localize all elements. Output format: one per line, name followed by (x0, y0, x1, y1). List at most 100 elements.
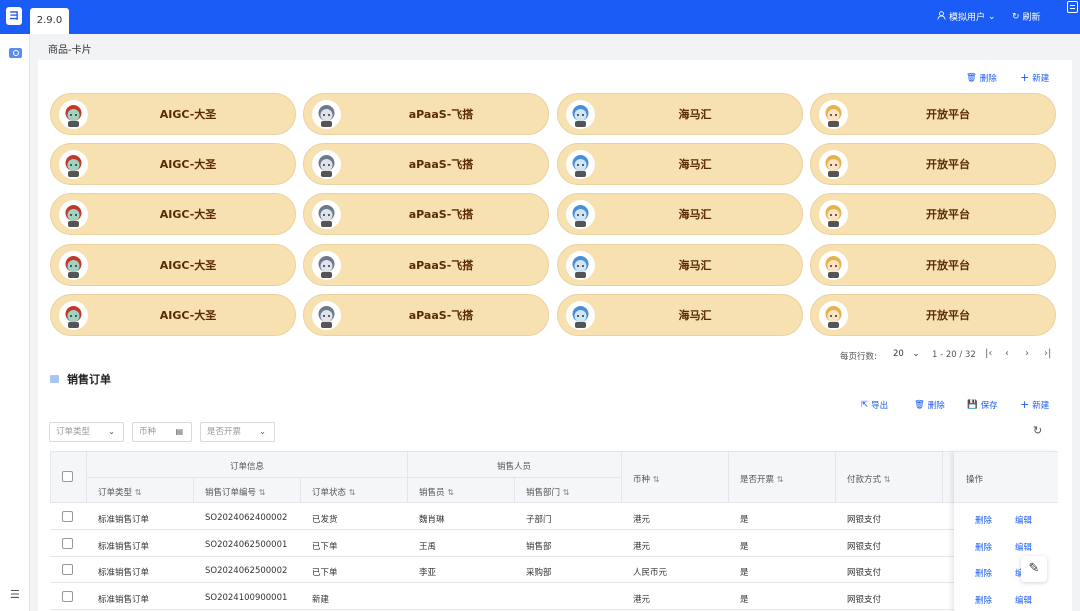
card-label: 海马汇 (678, 309, 712, 322)
product-card[interactable]: 海马汇 (557, 143, 803, 185)
table-cell-no: SO2024100900001 (205, 592, 288, 603)
version-tab[interactable]: 2.9.0 (30, 8, 69, 34)
product-card[interactable]: 开放平台 (810, 193, 1056, 235)
table-cell-currency: 港元 (633, 541, 651, 552)
row-delete-link[interactable]: 删除 (975, 567, 992, 579)
product-card[interactable]: 海马汇 (557, 244, 803, 286)
card-label: 海马汇 (678, 108, 712, 121)
user-menu[interactable]: 模拟用户 ⌄ (937, 10, 996, 23)
section-title: 销售订单 (50, 371, 111, 387)
row-edit-link[interactable]: 编辑 (1015, 594, 1032, 606)
product-card[interactable]: 开放平台 (810, 244, 1056, 286)
avatar (566, 100, 595, 129)
card-label: 海马汇 (678, 158, 712, 171)
avatar (59, 200, 88, 229)
export-button[interactable]: ⇱ 导出 (861, 399, 888, 411)
col-order-no[interactable]: 销售订单编号 ⇅ (205, 486, 265, 498)
product-card[interactable]: AIGC-大圣 (50, 193, 296, 235)
card-label: 开放平台 (926, 208, 970, 221)
export-icon: ⇱ (861, 400, 869, 410)
chevron-down-icon: ⌄ (259, 427, 266, 436)
cards-delete-button[interactable]: 🗑 删除 (966, 72, 997, 84)
window-icon[interactable] (1067, 1, 1078, 13)
orders-delete-button[interactable]: 🗑 删除 (914, 399, 945, 411)
col-seller[interactable]: 销售员 ⇅ (419, 486, 454, 498)
invoice-filter[interactable]: 是否开票 ⌄ (200, 422, 275, 442)
row-delete-link[interactable]: 删除 (975, 514, 992, 526)
product-card[interactable]: 开放平台 (810, 93, 1056, 135)
row-delete-link[interactable]: 删除 (975, 541, 992, 553)
save-button[interactable]: 💾 保存 (967, 399, 998, 411)
product-card[interactable]: 海马汇 (557, 294, 803, 336)
product-card[interactable]: 海马汇 (557, 193, 803, 235)
product-card[interactable]: AIGC-大圣 (50, 294, 296, 336)
row-edit-link[interactable]: 编辑 (1015, 541, 1032, 553)
card-label: aPaaS-飞搭 (408, 158, 474, 171)
product-card[interactable]: 开放平台 (810, 294, 1056, 336)
prev-page-icon[interactable]: ‹ (1005, 348, 1009, 359)
table-cell-currency: 港元 (633, 515, 651, 525)
table-cell-payment: 网银支付 (847, 541, 882, 552)
product-card[interactable]: 海马汇 (557, 93, 803, 135)
refresh-button[interactable]: ↻ 刷新 (1012, 10, 1041, 24)
col-dept[interactable]: 销售部门 ⇅ (526, 486, 569, 498)
product-card[interactable]: AIGC-大圣 (50, 93, 296, 135)
card-label: aPaaS-飞搭 (408, 208, 474, 221)
table-cell-status: 新建 (312, 594, 330, 605)
product-card[interactable]: aPaaS-飞搭 (303, 193, 549, 235)
product-card[interactable]: AIGC-大圣 (50, 244, 296, 286)
select-all-checkbox[interactable] (62, 471, 73, 482)
cards-new-button[interactable]: + 新建 (1020, 72, 1049, 84)
product-card[interactable]: 开放平台 (810, 143, 1056, 185)
row-delete-link[interactable]: 删除 (975, 594, 992, 606)
col-currency[interactable]: 币种 ⇅ (633, 473, 659, 485)
next-page-icon[interactable]: › (1025, 348, 1029, 359)
row-checkbox[interactable] (62, 511, 73, 522)
row-edit-link[interactable]: 编辑 (1015, 514, 1032, 526)
rows-per-page-select[interactable]: 20 ⌄ (893, 349, 920, 359)
row-checkbox[interactable] (62, 590, 73, 602)
avatar (59, 251, 88, 280)
product-card[interactable]: aPaaS-飞搭 (303, 294, 549, 336)
currency-filter[interactable]: 币种 ▤ (132, 422, 192, 442)
orders-new-button[interactable]: + 新建 (1020, 399, 1049, 411)
product-card[interactable]: aPaaS-飞搭 (303, 143, 549, 185)
card-label: 开放平台 (926, 158, 970, 171)
avatar (819, 301, 848, 330)
product-card[interactable]: AIGC-大圣 (50, 143, 296, 185)
row-checkbox[interactable] (62, 537, 73, 549)
trash-icon: 🗑 (966, 73, 977, 83)
table-cell-invoiced: 是 (740, 568, 749, 578)
card-label: AIGC-大圣 (159, 208, 217, 221)
table-cell-no: SO2024062500001 (205, 539, 288, 550)
table-cell-dept: 子部门 (526, 515, 552, 525)
page-range: 1 - 20 / 32 (932, 350, 976, 360)
table-cell-seller: 魏肖琳 (419, 515, 445, 525)
order-type-filter[interactable]: 订单类型 ⌄ (49, 422, 124, 442)
product-card[interactable]: aPaaS-飞搭 (303, 93, 549, 135)
reload-icon[interactable]: ↻ (1033, 424, 1042, 437)
col-invoiced[interactable]: 是否开票 ⇅ (740, 473, 783, 485)
chevron-down-icon: ⌄ (912, 349, 920, 359)
trash-icon: 🗑 (914, 400, 925, 410)
table-cell-currency: 港元 (633, 594, 651, 605)
sidebar-item-camera-icon[interactable] (9, 48, 22, 58)
avatar (312, 301, 341, 330)
card-label: aPaaS-飞搭 (408, 309, 474, 322)
col-order-type[interactable]: 订单类型 ⇅ (98, 486, 141, 498)
rows-per-page-label: 每页行数: (840, 352, 877, 362)
collapse-menu-icon[interactable]: ☰ (10, 588, 20, 601)
last-page-icon[interactable]: ›| (1044, 348, 1051, 359)
avatar (312, 251, 341, 280)
table-cell-type: 标准销售订单 (98, 594, 150, 605)
edit-note-icon[interactable]: ✎ (1021, 556, 1047, 582)
col-status[interactable]: 订单状态 ⇅ (312, 486, 355, 498)
product-card[interactable]: aPaaS-飞搭 (303, 244, 549, 286)
table-cell-no: SO2024062500002 (205, 566, 288, 576)
avatar (312, 200, 341, 229)
table-cell-invoiced: 是 (740, 541, 749, 552)
row-checkbox[interactable] (62, 564, 73, 575)
table-cell-dept: 采购部 (526, 568, 552, 578)
col-payment[interactable]: 付款方式 ⇅ (847, 473, 890, 485)
first-page-icon[interactable]: |‹ (985, 348, 992, 359)
